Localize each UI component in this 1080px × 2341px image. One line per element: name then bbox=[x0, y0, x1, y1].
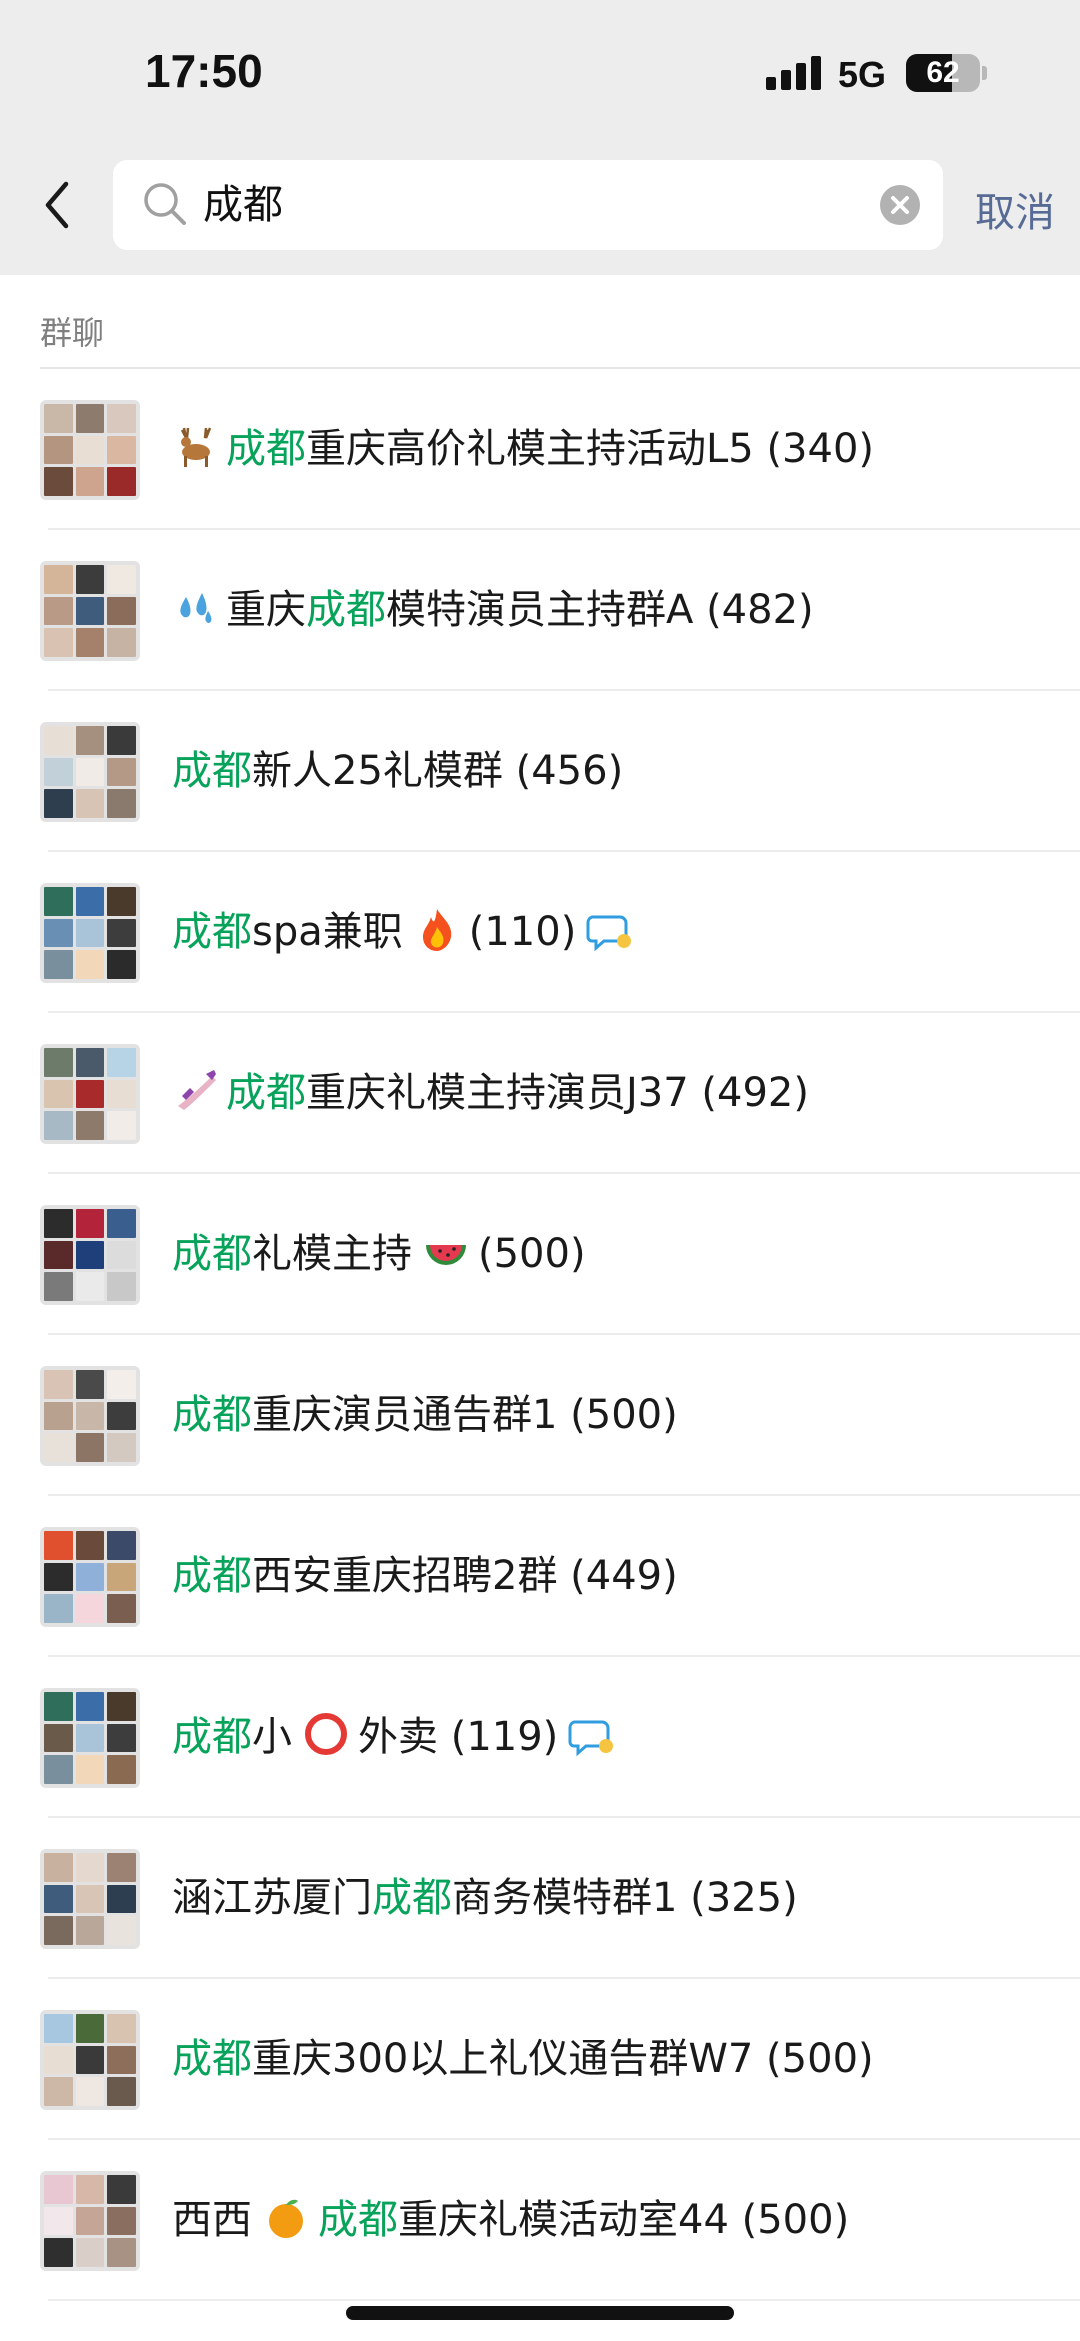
watermelon-emoji bbox=[422, 1182, 470, 1265]
group-title: 成都新人25礼模群 (456) bbox=[172, 691, 623, 852]
group-avatar bbox=[40, 1849, 140, 1949]
title-text: 模特演员主持群A (482) bbox=[386, 587, 814, 633]
group-chat-row[interactable]: 成都重庆礼模主持演员J37 (492) bbox=[0, 1013, 1080, 1174]
group-avatar bbox=[40, 1205, 140, 1305]
tangerine-emoji bbox=[262, 2148, 310, 2238]
title-text: 外卖 (119) bbox=[358, 1714, 559, 1760]
group-title: 成都spa兼职 (110) bbox=[172, 852, 632, 1013]
member-count: (500) bbox=[478, 1231, 586, 1277]
group-avatar bbox=[40, 1044, 140, 1144]
group-chat-row[interactable]: 重庆成都模特演员主持群A (482) bbox=[0, 530, 1080, 691]
group-chat-row[interactable]: 成都spa兼职 (110) bbox=[0, 852, 1080, 1013]
group-chat-row[interactable]: 涵江苏厦门成都商务模特群1 (325) bbox=[0, 1818, 1080, 1979]
group-chat-list: 成都重庆高价礼模主持活动L5 (340) 重庆成都模特演员主持群A (482) 成都… bbox=[0, 369, 1080, 2301]
title-text: 西西 bbox=[172, 2197, 252, 2243]
group-title: 成都重庆高价礼模主持活动L5 (340) bbox=[172, 369, 874, 530]
highlighted-keyword: 成都 bbox=[172, 1553, 252, 1599]
title-text: 重庆高价礼模主持活动L5 (340) bbox=[306, 426, 875, 472]
title-text: 重庆礼模主持演员J37 (492) bbox=[306, 1070, 809, 1116]
highlighted-keyword: 成都 bbox=[172, 909, 252, 955]
highlighted-keyword: 成都 bbox=[172, 1392, 252, 1438]
title-text: 小 bbox=[252, 1714, 292, 1760]
title-text: 礼模主持 bbox=[252, 1231, 412, 1277]
highlighted-keyword: 成都 bbox=[172, 1714, 252, 1760]
chat-bubble-icon bbox=[568, 1663, 614, 1757]
battery-tip bbox=[982, 66, 987, 80]
title-text: 重庆演员通告群1 (500) bbox=[252, 1392, 678, 1438]
title-text: spa兼职 bbox=[252, 909, 403, 955]
group-title: 涵江苏厦门成都商务模特群1 (325) bbox=[172, 1818, 798, 1979]
cancel-button[interactable]: 取消 bbox=[975, 180, 1055, 238]
home-indicator[interactable] bbox=[346, 2306, 734, 2320]
group-avatar bbox=[40, 400, 140, 500]
title-text: 涵江苏厦门 bbox=[172, 1875, 372, 1921]
group-chat-row[interactable]: 成都新人25礼模群 (456) bbox=[0, 691, 1080, 852]
group-avatar bbox=[40, 2171, 140, 2271]
title-text: 重庆300以上礼仪通告群W7 (500) bbox=[252, 2036, 874, 2082]
group-title: 重庆成都模特演员主持群A (482) bbox=[172, 530, 814, 691]
title-text: 商务模特群1 (325) bbox=[452, 1875, 798, 1921]
group-avatar bbox=[40, 1688, 140, 1788]
group-avatar bbox=[40, 1527, 140, 1627]
title-text: 重庆 bbox=[226, 587, 306, 633]
group-avatar bbox=[40, 561, 140, 661]
group-chat-row[interactable]: 成都重庆300以上礼仪通告群W7 (500) bbox=[0, 1979, 1080, 2140]
group-avatar bbox=[40, 883, 140, 983]
title-text: 西安重庆招聘2群 (449) bbox=[252, 1553, 678, 1599]
group-chat-row[interactable]: 西西 成都重庆礼模活动室44 (500) bbox=[0, 2140, 1080, 2301]
group-chat-row[interactable]: 成都重庆演员通告群1 (500) bbox=[0, 1335, 1080, 1496]
group-title: 成都重庆300以上礼仪通告群W7 (500) bbox=[172, 1979, 874, 2140]
chevron-left-icon bbox=[45, 181, 69, 229]
group-chat-row[interactable]: 成都小 外卖 (119) bbox=[0, 1657, 1080, 1818]
group-title: 成都重庆礼模主持演员J37 (492) bbox=[172, 1013, 809, 1174]
highlighted-keyword: 成都 bbox=[172, 748, 252, 794]
chat-bubble-icon bbox=[586, 858, 632, 952]
group-title: 成都礼模主持 (500) bbox=[172, 1174, 586, 1335]
title-text: 新人25礼模群 (456) bbox=[252, 748, 624, 794]
top-bar: 17:50 5G 62 成都 取消 bbox=[0, 0, 1080, 275]
highlighted-keyword: 成都 bbox=[226, 1070, 306, 1116]
back-button[interactable] bbox=[36, 170, 80, 240]
group-chat-row[interactable]: 成都西安重庆招聘2群 (449) bbox=[0, 1496, 1080, 1657]
group-avatar bbox=[40, 722, 140, 822]
nail-polish-emoji bbox=[172, 1021, 220, 1110]
clear-icon[interactable] bbox=[880, 185, 920, 225]
search-icon bbox=[144, 183, 186, 225]
highlighted-keyword: 成都 bbox=[172, 2036, 252, 2082]
group-chat-row[interactable]: 成都重庆高价礼模主持活动L5 (340) bbox=[0, 369, 1080, 530]
group-title: 西西 成都重庆礼模活动室44 (500) bbox=[172, 2140, 849, 2301]
status-time: 17:50 bbox=[145, 45, 263, 97]
member-count: (110) bbox=[468, 909, 577, 955]
highlighted-keyword: 成都 bbox=[372, 1875, 452, 1921]
group-avatar bbox=[40, 1366, 140, 1466]
battery-percent: 62 bbox=[926, 56, 960, 89]
red-circle-emoji bbox=[302, 1665, 350, 1755]
network-type: 5G bbox=[838, 54, 887, 95]
search-box[interactable]: 成都 bbox=[113, 160, 943, 250]
battery-icon: 62 bbox=[906, 54, 980, 92]
group-avatar bbox=[40, 2010, 140, 2110]
highlighted-keyword: 成都 bbox=[318, 2197, 398, 2243]
title-text: 重庆礼模活动室44 (500) bbox=[398, 2197, 850, 2243]
group-chat-row[interactable]: 成都礼模主持 (500) bbox=[0, 1174, 1080, 1335]
group-title: 成都重庆演员通告群1 (500) bbox=[172, 1335, 678, 1496]
highlighted-keyword: 成都 bbox=[306, 587, 386, 633]
signal-icon bbox=[766, 56, 822, 90]
group-title: 成都西安重庆招聘2群 (449) bbox=[172, 1496, 678, 1657]
highlighted-keyword: 成都 bbox=[226, 426, 306, 472]
fire-emoji bbox=[413, 860, 461, 951]
search-input[interactable]: 成都 bbox=[203, 160, 823, 250]
group-title: 成都小 外卖 (119) bbox=[172, 1657, 614, 1818]
sweat-droplets-emoji bbox=[172, 538, 220, 623]
deer-emoji bbox=[172, 377, 220, 467]
highlighted-keyword: 成都 bbox=[172, 1231, 252, 1277]
section-label-group-chats: 群聊 bbox=[40, 314, 105, 352]
